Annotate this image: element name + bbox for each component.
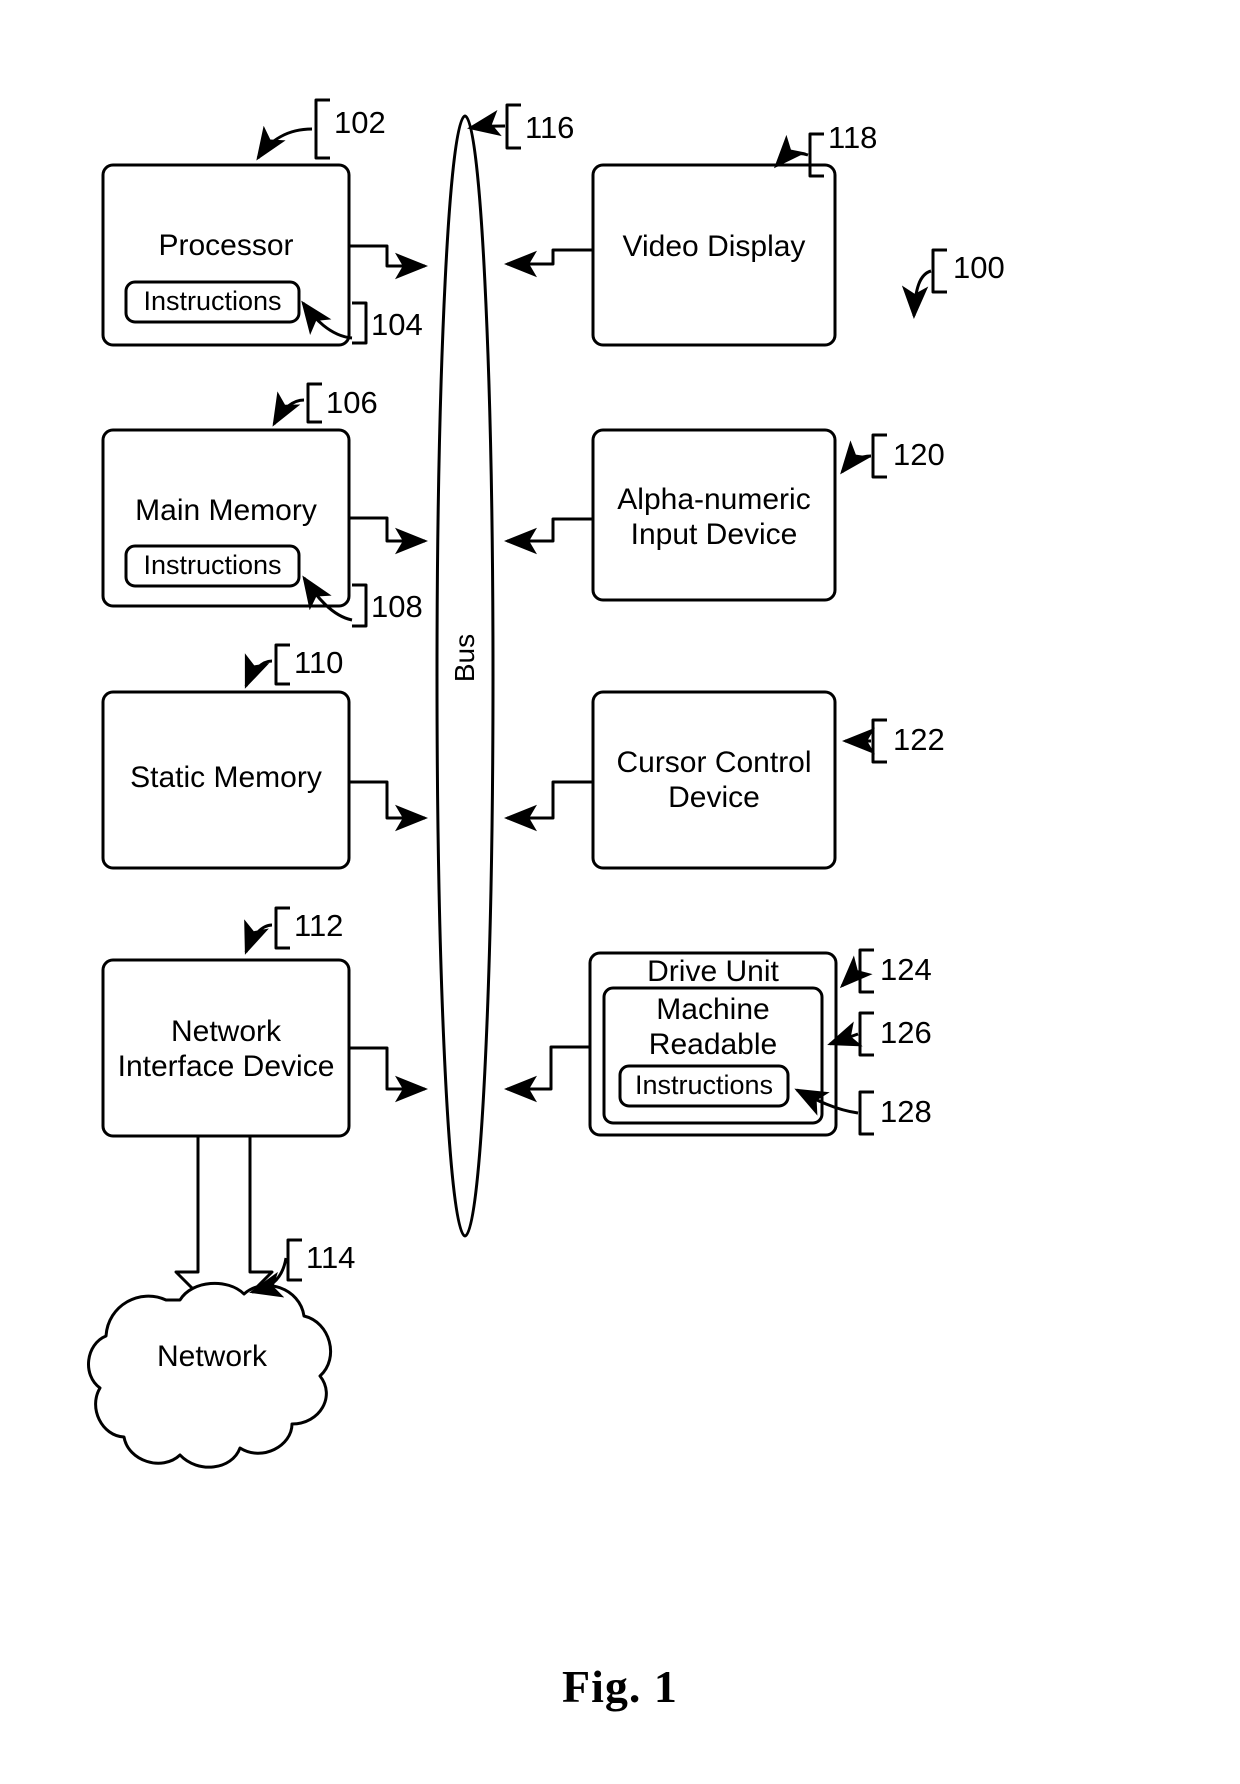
ref-leader-106 [272,391,305,427]
ref-bracket-104 [352,301,368,345]
ref-bracket-122 [871,718,887,764]
connector-video-display-to-bus [504,248,593,278]
ref-number-102: 102 [334,105,386,140]
ref-leader-124 [839,955,873,989]
ref-number-120: 120 [893,437,945,472]
processor-label: Processor [158,229,294,263]
ref-bracket-114 [286,1238,302,1282]
ref-bracket-112 [274,906,290,950]
network-interface-device-label: Network Interface Device [117,1014,335,1083]
ref-number-124: 124 [880,952,932,987]
ref-number-114: 114 [306,1240,356,1275]
ref-number-104: 104 [371,307,423,342]
video-display-label: Video Display [622,230,806,264]
ref-number-128: 128 [880,1094,932,1129]
connector-processor-to-bus [349,244,428,280]
connector-drive-unit-to-bus [504,1045,590,1103]
ref-number-116: 116 [525,110,575,145]
connector-main-memory-to-bus [349,516,428,555]
ref-bracket-116 [505,103,521,150]
ref-leader-112 [244,919,273,955]
ref-bracket-120 [871,433,887,479]
main-memory-label: Main Memory [135,494,317,528]
ref-bracket-126 [858,1011,874,1057]
ref-bracket-108 [352,583,368,628]
ref-number-110: 110 [294,645,344,680]
connector-cursor-control-to-bus [504,780,593,832]
ref-leader-120 [840,440,872,475]
ref-bracket-102 [314,98,330,160]
ref-bracket-128 [858,1090,874,1136]
static-memory-label: Static Memory [130,761,322,795]
ref-number-122: 122 [893,722,945,757]
ref-leader-102 [256,125,313,161]
ref-number-112: 112 [294,908,344,943]
ref-number-100: 100 [953,250,1005,285]
drive-instructions-label: Instructions [634,1070,774,1101]
ref-leader-110 [244,653,273,689]
ref-bracket-110 [274,643,290,686]
connector-static-memory-to-bus [349,780,428,832]
ref-bracket-100 [931,248,947,294]
ref-number-106: 106 [326,385,378,420]
figure-caption: Fig. 1 [562,1661,678,1712]
ref-bracket-124 [858,948,874,994]
connector-alpha-numeric-to-bus [504,517,593,555]
ref-bracket-106 [306,382,322,424]
processor-instructions-label: Instructions [143,286,282,317]
cursor-control-device-label: Cursor Control Device [616,745,812,814]
connector-network-interface-to-bus [349,1046,428,1103]
machine-readable-label: Machine Readable [648,992,778,1061]
patent-figure: Processor Instructions Main Memory Instr… [0,0,1240,1784]
main-memory-instructions-label: Instructions [143,550,282,581]
ref-leader-116 [467,110,506,137]
drive-unit-label: Drive Unit [647,955,779,989]
ref-number-126: 126 [880,1015,932,1050]
ref-number-108: 108 [371,589,423,624]
ref-number-118: 118 [828,120,878,155]
ref-leader-100 [901,269,932,319]
network-label: Network [156,1340,268,1374]
bus-label: Bus [449,633,481,683]
alpha-numeric-input-device-label: Alpha-numeric Input Device [617,482,811,551]
